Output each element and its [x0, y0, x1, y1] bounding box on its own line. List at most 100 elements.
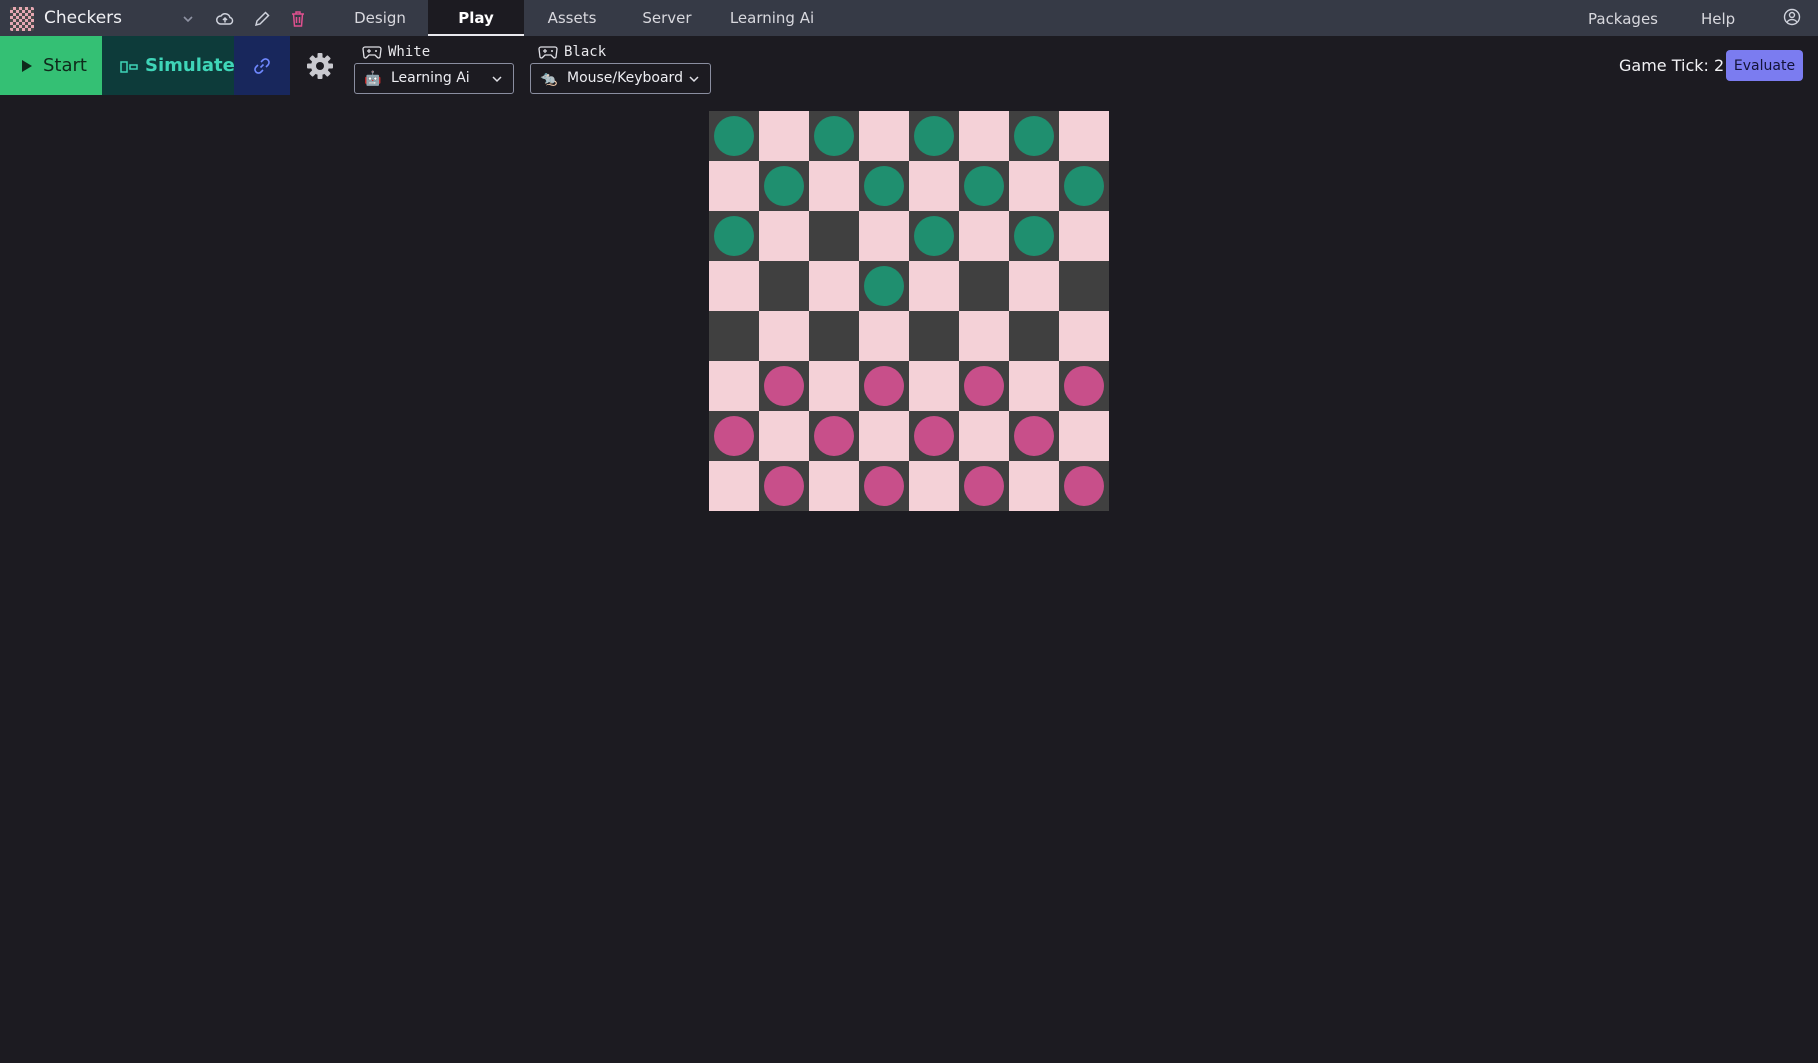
green-piece[interactable] [1014, 216, 1054, 256]
board-square[interactable] [709, 411, 759, 461]
cloud-upload-icon[interactable] [215, 9, 235, 29]
board-square[interactable] [959, 361, 1009, 411]
board-square[interactable] [859, 261, 909, 311]
board-square[interactable] [1009, 111, 1059, 161]
board-square[interactable] [1059, 461, 1109, 511]
board-square[interactable] [759, 261, 809, 311]
green-piece[interactable] [964, 166, 1004, 206]
board-square[interactable] [1059, 111, 1109, 161]
board-square[interactable] [759, 361, 809, 411]
tab-assets[interactable]: Assets [536, 0, 608, 36]
simulate-button[interactable]: Simulate [102, 36, 235, 95]
board-square[interactable] [909, 261, 959, 311]
pink-piece[interactable] [764, 366, 804, 406]
board-square[interactable] [959, 211, 1009, 261]
evaluate-button[interactable]: Evaluate [1726, 50, 1803, 81]
board-square[interactable] [759, 411, 809, 461]
green-piece[interactable] [864, 166, 904, 206]
pink-piece[interactable] [964, 466, 1004, 506]
board-square[interactable] [859, 111, 909, 161]
board-square[interactable] [909, 211, 959, 261]
board-square[interactable] [759, 211, 809, 261]
board-square[interactable] [959, 311, 1009, 361]
board-square[interactable] [1059, 311, 1109, 361]
board-square[interactable] [809, 461, 859, 511]
board-square[interactable] [809, 161, 859, 211]
board-square[interactable] [809, 361, 859, 411]
board-square[interactable] [1009, 311, 1059, 361]
checkers-board[interactable] [709, 111, 1109, 511]
pink-piece[interactable] [814, 416, 854, 456]
pink-piece[interactable] [714, 416, 754, 456]
board-square[interactable] [1059, 261, 1109, 311]
board-square[interactable] [859, 211, 909, 261]
board-square[interactable] [709, 361, 759, 411]
board-square[interactable] [759, 111, 809, 161]
green-piece[interactable] [714, 216, 754, 256]
board-square[interactable] [959, 161, 1009, 211]
tab-server[interactable]: Server [634, 0, 700, 36]
board-square[interactable] [1059, 411, 1109, 461]
board-square[interactable] [709, 311, 759, 361]
board-square[interactable] [859, 161, 909, 211]
board-square[interactable] [1059, 161, 1109, 211]
pink-piece[interactable] [864, 366, 904, 406]
board-square[interactable] [709, 211, 759, 261]
board-square[interactable] [1059, 211, 1109, 261]
board-square[interactable] [859, 461, 909, 511]
board-square[interactable] [809, 111, 859, 161]
pink-piece[interactable] [914, 416, 954, 456]
board-square[interactable] [1009, 211, 1059, 261]
board-square[interactable] [809, 211, 859, 261]
board-square[interactable] [859, 411, 909, 461]
board-square[interactable] [859, 361, 909, 411]
green-piece[interactable] [1064, 166, 1104, 206]
board-square[interactable] [959, 111, 1009, 161]
board-square[interactable] [709, 461, 759, 511]
board-square[interactable] [809, 261, 859, 311]
pink-piece[interactable] [964, 366, 1004, 406]
board-square[interactable] [909, 161, 959, 211]
pink-piece[interactable] [1064, 466, 1104, 506]
pink-piece[interactable] [1014, 416, 1054, 456]
board-square[interactable] [709, 111, 759, 161]
board-square[interactable] [759, 311, 809, 361]
help-link[interactable]: Help [1701, 0, 1735, 36]
board-square[interactable] [959, 461, 1009, 511]
green-piece[interactable] [864, 266, 904, 306]
pink-piece[interactable] [1064, 366, 1104, 406]
board-square[interactable] [1009, 361, 1059, 411]
board-square[interactable] [759, 461, 809, 511]
board-square[interactable] [1009, 261, 1059, 311]
board-square[interactable] [1009, 161, 1059, 211]
board-square[interactable] [1009, 461, 1059, 511]
board-square[interactable] [909, 311, 959, 361]
pencil-icon[interactable] [252, 9, 272, 29]
board-square[interactable] [1059, 361, 1109, 411]
share-link-button[interactable] [234, 36, 290, 95]
tab-learning-ai[interactable]: Learning Ai [728, 0, 816, 36]
green-piece[interactable] [714, 116, 754, 156]
user-account-icon[interactable] [1782, 7, 1802, 27]
board-square[interactable] [909, 111, 959, 161]
board-square[interactable] [959, 411, 1009, 461]
black-controller-select[interactable]: 🐀 Mouse/Keyboard [530, 63, 711, 94]
board-square[interactable] [959, 261, 1009, 311]
green-piece[interactable] [914, 216, 954, 256]
green-piece[interactable] [1014, 116, 1054, 156]
board-square[interactable] [809, 311, 859, 361]
trash-icon[interactable] [288, 9, 308, 29]
board-square[interactable] [709, 161, 759, 211]
white-controller-select[interactable]: 🤖 Learning Ai [354, 63, 514, 94]
pink-piece[interactable] [764, 466, 804, 506]
board-square[interactable] [909, 411, 959, 461]
packages-link[interactable]: Packages [1588, 0, 1658, 36]
gear-icon[interactable] [305, 51, 335, 81]
start-button[interactable]: Start [0, 36, 102, 95]
board-square[interactable] [859, 311, 909, 361]
board-square[interactable] [709, 261, 759, 311]
green-piece[interactable] [914, 116, 954, 156]
pink-piece[interactable] [864, 466, 904, 506]
tab-play[interactable]: Play [428, 0, 524, 36]
green-piece[interactable] [764, 166, 804, 206]
